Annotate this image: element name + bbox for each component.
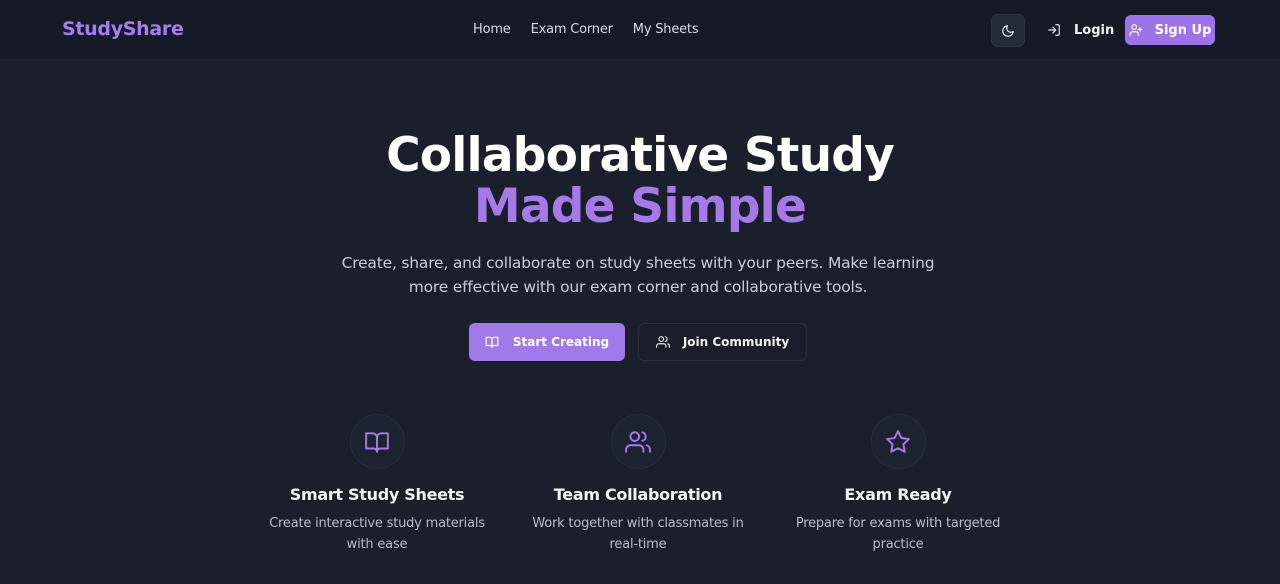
nav-link-my-sheets[interactable]: My Sheets <box>633 22 699 37</box>
brand-logo[interactable]: StudyShare <box>62 18 184 40</box>
login-label: Login <box>1074 22 1115 38</box>
log-in-icon <box>1047 23 1061 37</box>
book-open-icon <box>349 414 405 469</box>
start-creating-label: Start Creating <box>512 335 610 349</box>
feature-card-study-sheets: Smart Study Sheets Create interactive st… <box>247 414 507 555</box>
start-creating-button[interactable]: Start Creating <box>469 323 625 361</box>
moon-icon <box>1001 24 1015 38</box>
feature-description: Work together with classmates in real-ti… <box>532 516 744 552</box>
feature-title: Team Collaboration <box>553 485 723 504</box>
users-icon <box>610 414 666 469</box>
feature-title: Exam Ready <box>844 485 952 504</box>
main-nav: Home Exam Corner My Sheets <box>473 22 718 37</box>
signup-button[interactable]: Sign Up <box>1125 15 1215 45</box>
navbar: StudyShare Home Exam Corner My Sheets Lo… <box>0 0 1280 60</box>
book-open-icon <box>485 335 499 349</box>
feature-description: Create interactive study materials with … <box>269 516 485 552</box>
feature-description: Prepare for exams with targeted practice <box>795 516 1001 552</box>
join-community-label: Join Community <box>682 335 790 349</box>
nav-link-exam-corner[interactable]: Exam Corner <box>531 22 613 37</box>
feature-title: Smart Study Sheets <box>289 485 465 504</box>
theme-toggle-button[interactable] <box>991 14 1025 47</box>
feature-card-team-collaboration: Team Collaboration Work together with cl… <box>508 414 768 555</box>
signup-label: Sign Up <box>1154 22 1212 38</box>
hero-title-accent: Made Simple <box>473 179 807 234</box>
user-plus-icon <box>1129 23 1143 37</box>
nav-link-home[interactable]: Home <box>473 22 511 37</box>
join-community-button[interactable]: Join Community <box>638 323 807 361</box>
hero-subtitle: Create, share, and collaborate on study … <box>341 254 935 296</box>
users-icon <box>655 335 670 349</box>
hero-title: Collaborative Study <box>386 128 895 183</box>
star-icon <box>870 414 926 469</box>
login-button[interactable]: Login <box>1037 15 1124 45</box>
feature-card-exam-ready: Exam Ready Prepare for exams with target… <box>768 414 1028 555</box>
